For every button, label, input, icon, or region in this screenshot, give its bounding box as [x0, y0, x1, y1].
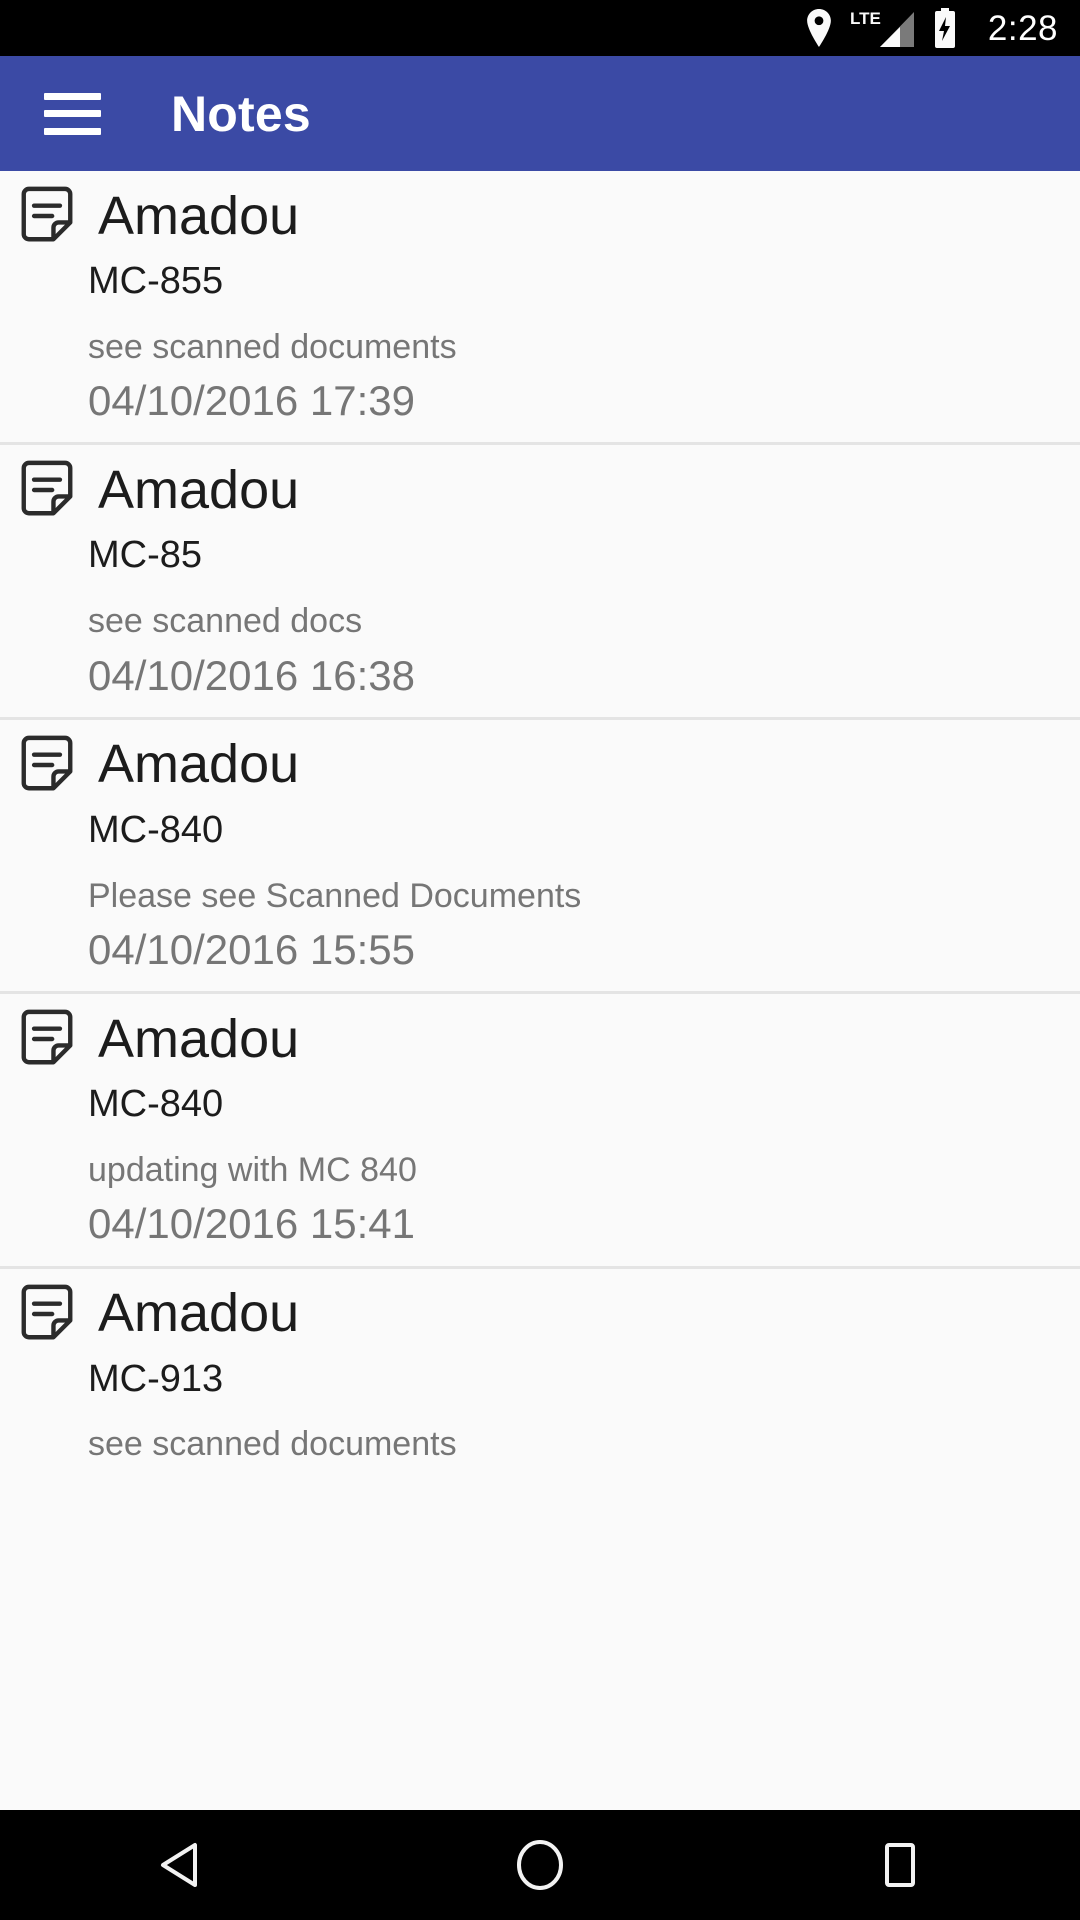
- hamburger-line-3: [44, 127, 101, 135]
- note-title: Amadou: [98, 460, 300, 521]
- list-item[interactable]: Amadou MC-840 Please see Scanned Documen…: [0, 719, 1080, 995]
- back-triangle-icon: [161, 1843, 197, 1887]
- navigation-bar: [0, 1810, 1080, 1920]
- battery-charging-icon: [934, 8, 955, 48]
- signal-bars-icon: LTE: [850, 9, 914, 47]
- note-timestamp: 04/10/2016 15:41: [88, 1200, 415, 1248]
- note-icon: [21, 1009, 73, 1065]
- recents-square-icon: [885, 1843, 915, 1887]
- note-icon: [21, 186, 73, 242]
- recents-button[interactable]: [840, 1810, 960, 1920]
- note-header: Amadou: [0, 459, 1080, 521]
- note-icon: [21, 1284, 73, 1339]
- hamburger-menu-icon[interactable]: [44, 92, 101, 135]
- location-pin-icon: [807, 9, 831, 47]
- note-timestamp: 04/10/2016 17:39: [88, 377, 415, 425]
- note-icon: [21, 735, 73, 791]
- hamburger-line-1: [44, 92, 101, 100]
- note-title: Amadou: [98, 734, 300, 795]
- note-header: Amadou: [0, 1283, 1080, 1345]
- lte-label: LTE: [850, 9, 881, 28]
- status-bar-icons: LTE 2:28: [804, 8, 1058, 48]
- note-title: Amadou: [98, 185, 300, 246]
- note-header: Amadou: [0, 185, 1080, 247]
- note-timestamp: 04/10/2016 15:55: [88, 925, 415, 973]
- list-item[interactable]: Amadou MC-840 updating with MC 840 04/10…: [0, 994, 1080, 1269]
- app-bar: Notes: [0, 56, 1080, 171]
- notes-list[interactable]: Amadou MC-855 see scanned documents 04/1…: [0, 171, 1080, 1810]
- back-button[interactable]: [120, 1810, 240, 1920]
- note-header: Amadou: [0, 734, 1080, 796]
- status-bar: LTE 2:28: [0, 0, 1080, 56]
- note-subtitle: MC-85: [88, 534, 203, 577]
- home-button[interactable]: [480, 1810, 600, 1920]
- list-item[interactable]: Amadou MC-913 see scanned documents: [0, 1268, 1080, 1482]
- note-title: Amadou: [98, 1008, 300, 1069]
- list-item[interactable]: Amadou MC-855 see scanned documents 04/1…: [0, 171, 1080, 446]
- note-timestamp: 04/10/2016 16:38: [88, 651, 415, 699]
- note-title: Amadou: [98, 1283, 300, 1344]
- list-item[interactable]: Amadou MC-85 see scanned docs 04/10/2016…: [0, 445, 1080, 720]
- note-body: updating with MC 840: [88, 1150, 417, 1189]
- note-subtitle: MC-855: [88, 260, 224, 302]
- note-subtitle: MC-913: [88, 1357, 224, 1400]
- status-bar-clock: 2:28: [987, 8, 1058, 48]
- hamburger-line-2: [44, 110, 101, 117]
- page-title: Notes: [171, 85, 311, 142]
- phone-screen: LTE 2:28 Notes Amadou MC-855 see scanned…: [0, 0, 1080, 1920]
- note-body: see scanned docs: [88, 602, 363, 641]
- note-body: Please see Scanned Documents: [88, 876, 582, 915]
- note-header: Amadou: [0, 1008, 1080, 1070]
- note-body: see scanned documents: [88, 1425, 457, 1464]
- note-subtitle: MC-840: [88, 808, 224, 851]
- note-subtitle: MC-840: [88, 1083, 224, 1126]
- note-body: see scanned documents: [88, 327, 457, 366]
- note-icon: [21, 461, 73, 516]
- home-circle-icon: [517, 1840, 563, 1890]
